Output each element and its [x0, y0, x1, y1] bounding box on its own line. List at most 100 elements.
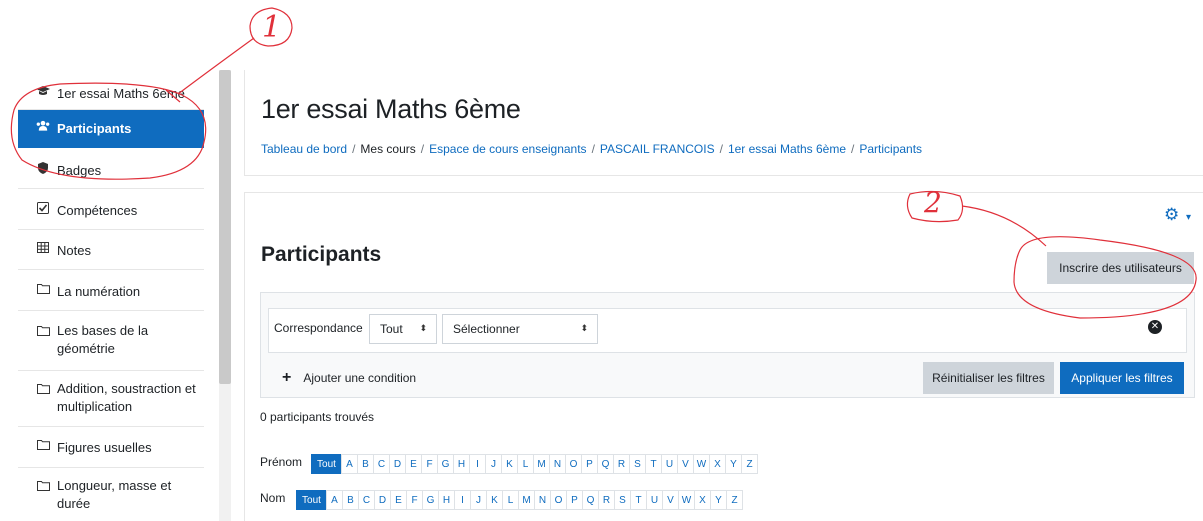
firstname-initial-y[interactable]: Y [725, 454, 742, 474]
lastname-initial-m[interactable]: M [518, 490, 535, 510]
firstname-initial-all[interactable]: Tout [311, 454, 342, 474]
firstname-initial-x[interactable]: X [709, 454, 726, 474]
sidebar-item-badges[interactable]: Badges [18, 148, 204, 189]
lastname-initial-n[interactable]: N [534, 490, 551, 510]
lastname-initial-t[interactable]: T [630, 490, 647, 510]
firstname-initial-n[interactable]: N [549, 454, 566, 474]
chevron-down-icon[interactable]: ▾ [1186, 212, 1191, 223]
lastname-initial-g[interactable]: G [422, 490, 439, 510]
breadcrumb: Tableau de bord / Mes cours / Espace de cour… [261, 142, 922, 156]
sidebar-item-section[interactable]: Figures usuelles [18, 427, 204, 468]
firstname-initial-d[interactable]: D [389, 454, 406, 474]
lastname-initial-o[interactable]: O [550, 490, 567, 510]
breadcrumb-participants[interactable]: Participants [859, 142, 922, 156]
lastname-initials-label: Nom [260, 491, 286, 505]
lastname-initial-i[interactable]: I [454, 490, 471, 510]
annotation-number-two: 2 [924, 186, 942, 219]
gear-icon[interactable]: ⚙ [1164, 206, 1179, 223]
folder-icon [36, 439, 50, 450]
lastname-initial-w[interactable]: W [678, 490, 695, 510]
firstname-initial-o[interactable]: O [565, 454, 582, 474]
lastname-initial-k[interactable]: K [486, 490, 503, 510]
lastname-initial-q[interactable]: Q [582, 490, 599, 510]
sidebar-item-label: Addition, soustraction et multiplication [57, 381, 196, 414]
lastname-initial-f[interactable]: F [406, 490, 423, 510]
firstname-initial-b[interactable]: B [357, 454, 374, 474]
firstname-initial-w[interactable]: W [693, 454, 710, 474]
firstname-initial-g[interactable]: G [437, 454, 454, 474]
breadcrumb-teacher-space[interactable]: Espace de cours enseignants [429, 142, 586, 156]
firstname-initial-s[interactable]: S [629, 454, 646, 474]
firstname-initial-f[interactable]: F [421, 454, 438, 474]
sidebar-item-notes[interactable]: Notes [18, 230, 204, 270]
lastname-initial-y[interactable]: Y [710, 490, 727, 510]
apply-filters-button[interactable]: Appliquer les filtres [1060, 362, 1184, 394]
firstname-initial-z[interactable]: Z [741, 454, 758, 474]
lastname-initial-l[interactable]: L [502, 490, 519, 510]
match-select[interactable]: Tout ⬍ [369, 314, 437, 344]
filter-type-value: Sélectionner [453, 322, 520, 336]
sidebar-item-participants[interactable]: Participants [18, 110, 204, 148]
lastname-initial-r[interactable]: R [598, 490, 615, 510]
lastname-initial-j[interactable]: J [470, 490, 487, 510]
remove-filter-icon[interactable]: ✕ [1148, 320, 1162, 334]
firstname-initials-label: Prénom [260, 455, 303, 469]
lastname-initial-z[interactable]: Z [726, 490, 743, 510]
breadcrumb-separator: / [591, 142, 595, 156]
firstname-initial-t[interactable]: T [645, 454, 662, 474]
filter-type-select[interactable]: Sélectionner ⬍ [442, 314, 598, 344]
lastname-initial-x[interactable]: X [694, 490, 711, 510]
sidebar-scrollbar-thumb[interactable] [219, 70, 231, 384]
sidebar-item-competences[interactable]: Compétences [18, 189, 204, 230]
lastname-initial-a[interactable]: A [326, 490, 343, 510]
sidebar-item-label: Figures usuelles [57, 440, 152, 455]
breadcrumb-dashboard[interactable]: Tableau de bord [261, 142, 347, 156]
folder-icon [36, 480, 50, 491]
lastname-initial-c[interactable]: C [358, 490, 375, 510]
lastname-initial-b[interactable]: B [342, 490, 359, 510]
firstname-initial-m[interactable]: M [533, 454, 550, 474]
firstname-initial-h[interactable]: H [453, 454, 470, 474]
firstname-initial-l[interactable]: L [517, 454, 534, 474]
firstname-initial-v[interactable]: V [677, 454, 694, 474]
reset-filters-button[interactable]: Réinitialiser les filtres [923, 362, 1054, 394]
firstname-initial-c[interactable]: C [373, 454, 390, 474]
firstname-initial-r[interactable]: R [613, 454, 630, 474]
lastname-initial-u[interactable]: U [646, 490, 663, 510]
lastname-initial-all[interactable]: Tout [296, 490, 327, 510]
sidebar-item-section[interactable]: Les bases de la géométrie [18, 311, 204, 371]
lastname-initial-v[interactable]: V [662, 490, 679, 510]
firstname-initial-i[interactable]: I [469, 454, 486, 474]
lastname-initial-e[interactable]: E [390, 490, 407, 510]
annotation-number-one: 1 [262, 10, 282, 45]
lastname-initial-s[interactable]: S [614, 490, 631, 510]
sidebar-item-section[interactable]: La numération [18, 270, 204, 311]
firstname-initial-k[interactable]: K [501, 454, 518, 474]
match-label: Correspondance [274, 321, 363, 335]
lastname-initial-d[interactable]: D [374, 490, 391, 510]
course-index-sidebar: 1er essai Maths 6ème Participants Badges… [18, 70, 204, 521]
firstname-initial-u[interactable]: U [661, 454, 678, 474]
sidebar-item-course[interactable]: 1er essai Maths 6ème [18, 79, 204, 110]
enrol-users-button[interactable]: Inscrire des utilisateurs [1047, 252, 1194, 284]
lastname-initial-p[interactable]: P [566, 490, 583, 510]
sidebar-item-section[interactable]: Addition, soustraction et multiplication [18, 371, 204, 427]
breadcrumb-category[interactable]: PASCAIL FRANCOIS [600, 142, 715, 156]
add-condition-link[interactable]: + Ajouter une condition [282, 370, 416, 386]
breadcrumb-separator: / [719, 142, 723, 156]
firstname-initials-bar: Tout A B C D E F G H I J K L M N O P Q R S T U V W X Y Z [311, 454, 758, 474]
firstname-initial-e[interactable]: E [405, 454, 422, 474]
breadcrumb-separator: / [420, 142, 425, 156]
graduation-cap-icon [36, 85, 50, 97]
sidebar-item-label: 1er essai Maths 6ème [57, 86, 185, 101]
firstname-initial-a[interactable]: A [341, 454, 358, 474]
lastname-initials-bar: Tout A B C D E F G H I J K L M N O P Q R S T U V W X Y Z [296, 490, 743, 510]
breadcrumb-course[interactable]: 1er essai Maths 6ème [728, 142, 846, 156]
folder-icon [36, 325, 50, 336]
lastname-initial-h[interactable]: H [438, 490, 455, 510]
firstname-initial-p[interactable]: P [581, 454, 598, 474]
firstname-initial-q[interactable]: Q [597, 454, 614, 474]
sidebar-item-section[interactable]: Longueur, masse et durée [18, 468, 204, 521]
firstname-initial-j[interactable]: J [485, 454, 502, 474]
updown-caret-icon: ⬍ [419, 323, 427, 333]
